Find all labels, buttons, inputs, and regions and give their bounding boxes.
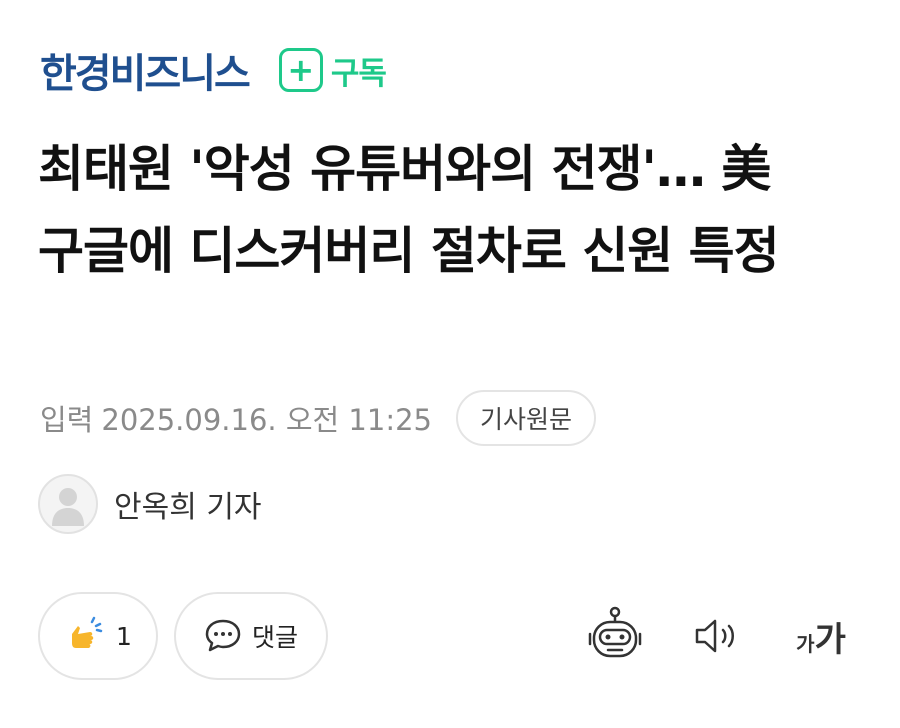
- comment-button[interactable]: 댓글: [174, 592, 328, 680]
- font-size-button[interactable]: 가 가: [786, 604, 856, 668]
- press-header: 한경비즈니스 + 구독: [40, 41, 387, 99]
- person-icon: [52, 488, 84, 526]
- text-to-speech-button[interactable]: [688, 604, 744, 668]
- robot-icon: [588, 606, 642, 658]
- original-article-button[interactable]: 기사원문: [456, 390, 597, 446]
- like-button[interactable]: 1: [38, 592, 158, 680]
- font-size-small-label: 가: [796, 631, 815, 656]
- like-count: 1: [116, 621, 132, 651]
- speech-bubble-icon: [205, 619, 241, 652]
- font-size-large-label: 가: [814, 619, 846, 660]
- date-label: 입력: [40, 403, 94, 437]
- article-title: 최태원 '악성 유튜버와의 전쟁'… 美 구글에 디스커버리 절차로 신원 특정: [38, 140, 780, 280]
- subscribe-label: 구독: [330, 55, 387, 92]
- avatar: [38, 474, 98, 534]
- clapping-hand-icon: [72, 616, 103, 648]
- summary-button[interactable]: [583, 604, 647, 668]
- publish-date: 2025.09.16. 오전 11:25: [101, 403, 433, 437]
- speaker-icon: [695, 619, 734, 653]
- article-meta: 입력 2025.09.16. 오전 11:25 기사원문: [40, 390, 597, 446]
- reporter-info[interactable]: 안옥희 기자: [38, 474, 262, 534]
- subscribe-button[interactable]: + 구독: [278, 48, 387, 93]
- reporter-name: 안옥희 기자: [114, 490, 262, 525]
- article-actions: 1 댓글 가 가: [38, 592, 868, 680]
- comment-label: 댓글: [251, 623, 298, 652]
- press-logo[interactable]: 한경비즈니스: [40, 41, 251, 99]
- plus-icon: +: [278, 48, 323, 92]
